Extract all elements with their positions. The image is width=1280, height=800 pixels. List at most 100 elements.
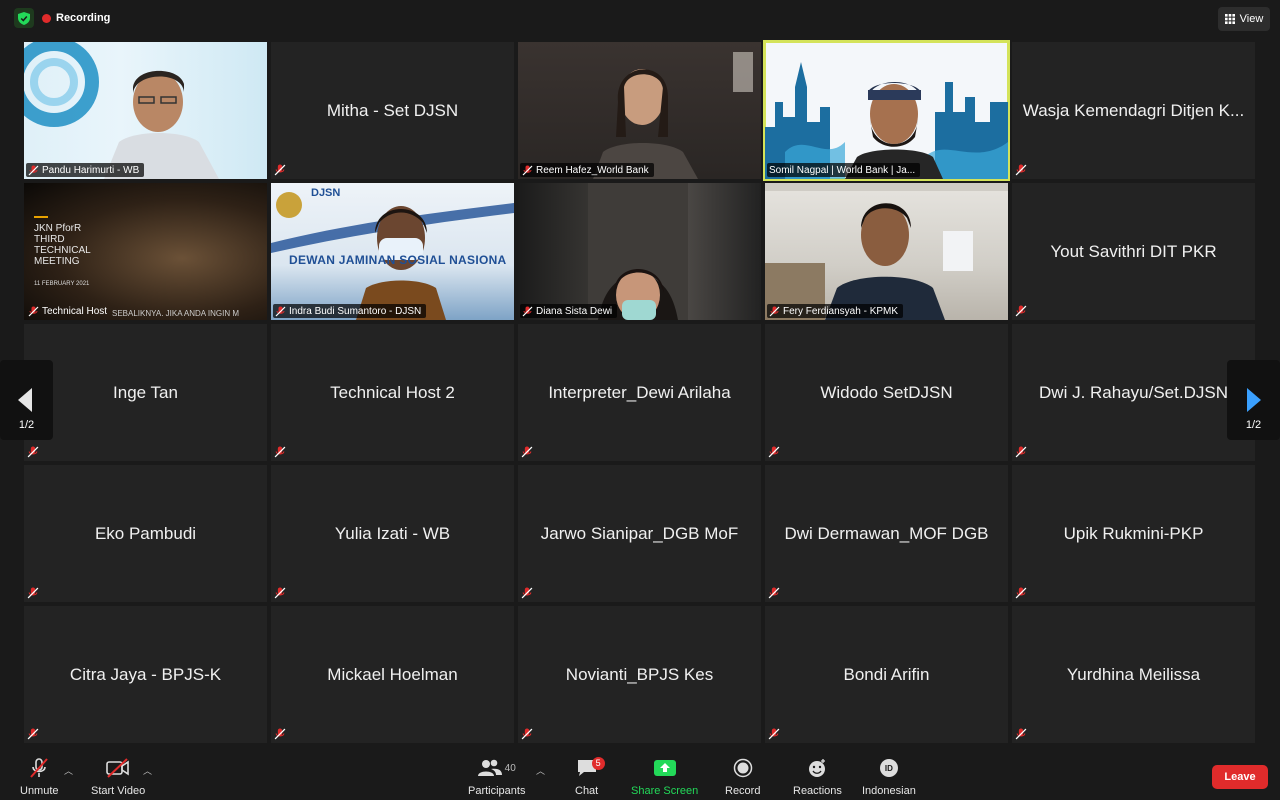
mic-muted-icon — [274, 587, 286, 599]
participant-name-label: Diana Sista Dewi — [520, 304, 618, 318]
participant-video — [588, 183, 688, 320]
participant-name-label: Fery Ferdiansyah - KPMK — [767, 304, 904, 318]
video-options-caret-icon[interactable]: ︿ — [143, 764, 152, 777]
mic-muted-icon — [1015, 728, 1027, 740]
mic-muted-icon — [522, 165, 533, 175]
slide-caption: SEBALIKNYA. JIKA ANDA INGIN M — [112, 309, 240, 318]
chat-unread-badge: 5 — [591, 757, 605, 770]
mic-muted-icon — [30, 758, 49, 778]
language-interpretation-button[interactable]: ID Indonesian — [862, 756, 916, 797]
record-icon — [733, 758, 752, 778]
participant-name: Jarwo Sianipar_DGB MoF — [540, 523, 739, 543]
reactions-button[interactable]: Reactions — [793, 756, 842, 797]
language-icon-text: ID — [884, 763, 893, 773]
participant-tile[interactable]: DJSN DEWAN JAMINAN SOSIAL NASIONA Indra … — [271, 183, 514, 320]
participant-name: Mitha - Set DJSN — [326, 100, 459, 120]
participant-tile[interactable]: Upik Rukmini-PKP — [1012, 465, 1255, 602]
participant-tile[interactable]: Novianti_BPJS Kes — [518, 606, 761, 743]
participant-tile[interactable]: Citra Jaya - BPJS-K — [24, 606, 267, 743]
participant-tile[interactable]: Mitha - Set DJSN — [271, 42, 514, 179]
share-screen-icon — [653, 760, 676, 776]
mic-muted-icon — [522, 306, 533, 316]
recording-dot-icon — [42, 13, 51, 23]
recording-label: Recording — [56, 12, 111, 24]
mic-muted-icon — [27, 587, 39, 599]
participant-tile[interactable]: Fery Ferdiansyah - KPMK — [765, 183, 1008, 320]
participant-name: Bondi Arifin — [843, 664, 930, 684]
previous-page-button[interactable]: 1/2 — [0, 360, 53, 440]
participant-tile[interactable]: Mickael Hoelman — [271, 606, 514, 743]
participant-tile[interactable]: Wasja Kemendagri Ditjen K... — [1012, 42, 1255, 179]
share-screen-button[interactable]: Share Screen — [631, 756, 698, 797]
leave-button[interactable]: Leave — [1212, 765, 1268, 789]
participant-name: Wasja Kemendagri Ditjen K... — [1022, 100, 1245, 120]
participant-video — [765, 183, 1008, 320]
participant-tile[interactable]: Inge Tan — [24, 324, 267, 461]
participant-tile[interactable]: Pandu Harimurti - WB — [24, 42, 267, 179]
unmute-button[interactable]: Unmute — [20, 756, 59, 797]
participant-tile[interactable]: Yout Savithri DIT PKR — [1012, 183, 1255, 320]
participant-tile[interactable]: JKN PforR THIRD TECHNICAL MEETING 11 FEB… — [24, 183, 267, 320]
security-shield-icon[interactable] — [14, 8, 34, 28]
participant-name: Dwi Dermawan_MOF DGB — [784, 523, 989, 543]
participant-video — [271, 192, 514, 320]
start-video-button[interactable]: Start Video — [91, 756, 145, 797]
triangle-left-icon — [18, 388, 32, 412]
participant-name: Interpreter_Dewi Arilaha — [548, 382, 731, 402]
mic-muted-icon — [274, 164, 286, 176]
participant-tile[interactable]: Yurdhina Meilissa — [1012, 606, 1255, 743]
participant-tile[interactable]: Dwi Dermawan_MOF DGB — [765, 465, 1008, 602]
djsn-logo-text: DJSN — [311, 187, 341, 199]
audio-options-caret-icon[interactable]: ︿ — [64, 764, 73, 777]
participant-video — [24, 42, 219, 179]
participant-name: Yurdhina Meilissa — [1066, 664, 1201, 684]
mic-muted-icon — [768, 728, 780, 740]
participant-name-label: Technical Host — [26, 304, 112, 318]
page-indicator: 1/2 — [1245, 419, 1262, 431]
participant-tile[interactable]: Yulia Izati - WB — [271, 465, 514, 602]
participant-name-label: Pandu Harimurti - WB — [26, 163, 145, 177]
view-label: View — [1239, 13, 1264, 25]
mic-muted-icon — [1015, 164, 1027, 176]
mic-muted-icon — [275, 306, 286, 316]
participant-name: Mickael Hoelman — [327, 664, 458, 684]
mic-muted-icon — [768, 446, 780, 458]
chat-button[interactable]: 5 Chat — [575, 756, 605, 797]
page-indicator: 1/2 — [18, 419, 35, 431]
participant-tile[interactable]: Jarwo Sianipar_DGB MoF — [518, 465, 761, 602]
participant-name: Yulia Izati - WB — [334, 523, 451, 543]
participant-tile[interactable]: Bondi Arifin — [765, 606, 1008, 743]
mic-muted-icon — [521, 728, 533, 740]
participant-name: Technical Host 2 — [330, 382, 455, 402]
participant-name: Dwi J. Rahayu/Set.DJSN — [1039, 382, 1228, 402]
participant-tile-active-speaker[interactable]: Somil Nagpal | World Bank | Ja... — [763, 40, 1010, 181]
participant-name-label: Somil Nagpal | World Bank | Ja... — [767, 163, 921, 177]
participant-tile[interactable]: Dwi J. Rahayu/Set.DJSN — [1012, 324, 1255, 461]
gallery-grid: Pandu Harimurti - WB Mitha - Set DJSN Re… — [24, 40, 1256, 746]
participant-tile[interactable]: Diana Sista Dewi — [518, 183, 761, 320]
djsn-banner-text: DEWAN JAMINAN SOSIAL NASIONA — [289, 253, 507, 267]
mic-muted-icon — [28, 306, 39, 316]
participants-button[interactable]: 40 Participants — [468, 756, 525, 797]
participant-name: Novianti_BPJS Kes — [565, 664, 714, 684]
meeting-toolbar: Unmute ︿ Start Video ︿ 40 Participants ︿… — [0, 752, 1280, 800]
participant-tile[interactable]: Reem Hafez_World Bank — [518, 42, 761, 179]
participant-tile[interactable]: Interpreter_Dewi Arilaha — [518, 324, 761, 461]
participant-tile[interactable]: Eko Pambudi — [24, 465, 267, 602]
grid-view-icon — [1224, 14, 1235, 24]
mic-muted-icon — [1015, 587, 1027, 599]
record-button[interactable]: Record — [725, 756, 760, 797]
mic-muted-icon — [769, 306, 780, 316]
participants-options-caret-icon[interactable]: ︿ — [536, 764, 545, 777]
slide-accent-bar — [34, 216, 48, 218]
view-button[interactable]: View — [1218, 7, 1270, 31]
participant-tile[interactable]: Widodo SetDJSN — [765, 324, 1008, 461]
participants-icon — [477, 759, 502, 776]
mic-muted-icon — [27, 728, 39, 740]
next-page-button[interactable]: 1/2 — [1227, 360, 1280, 440]
recording-indicator[interactable]: Recording — [42, 9, 110, 27]
participant-tile[interactable]: Technical Host 2 — [271, 324, 514, 461]
participant-name: Upik Rukmini-PKP — [1063, 523, 1204, 543]
participant-video — [593, 52, 753, 179]
participant-name: Citra Jaya - BPJS-K — [69, 664, 222, 684]
